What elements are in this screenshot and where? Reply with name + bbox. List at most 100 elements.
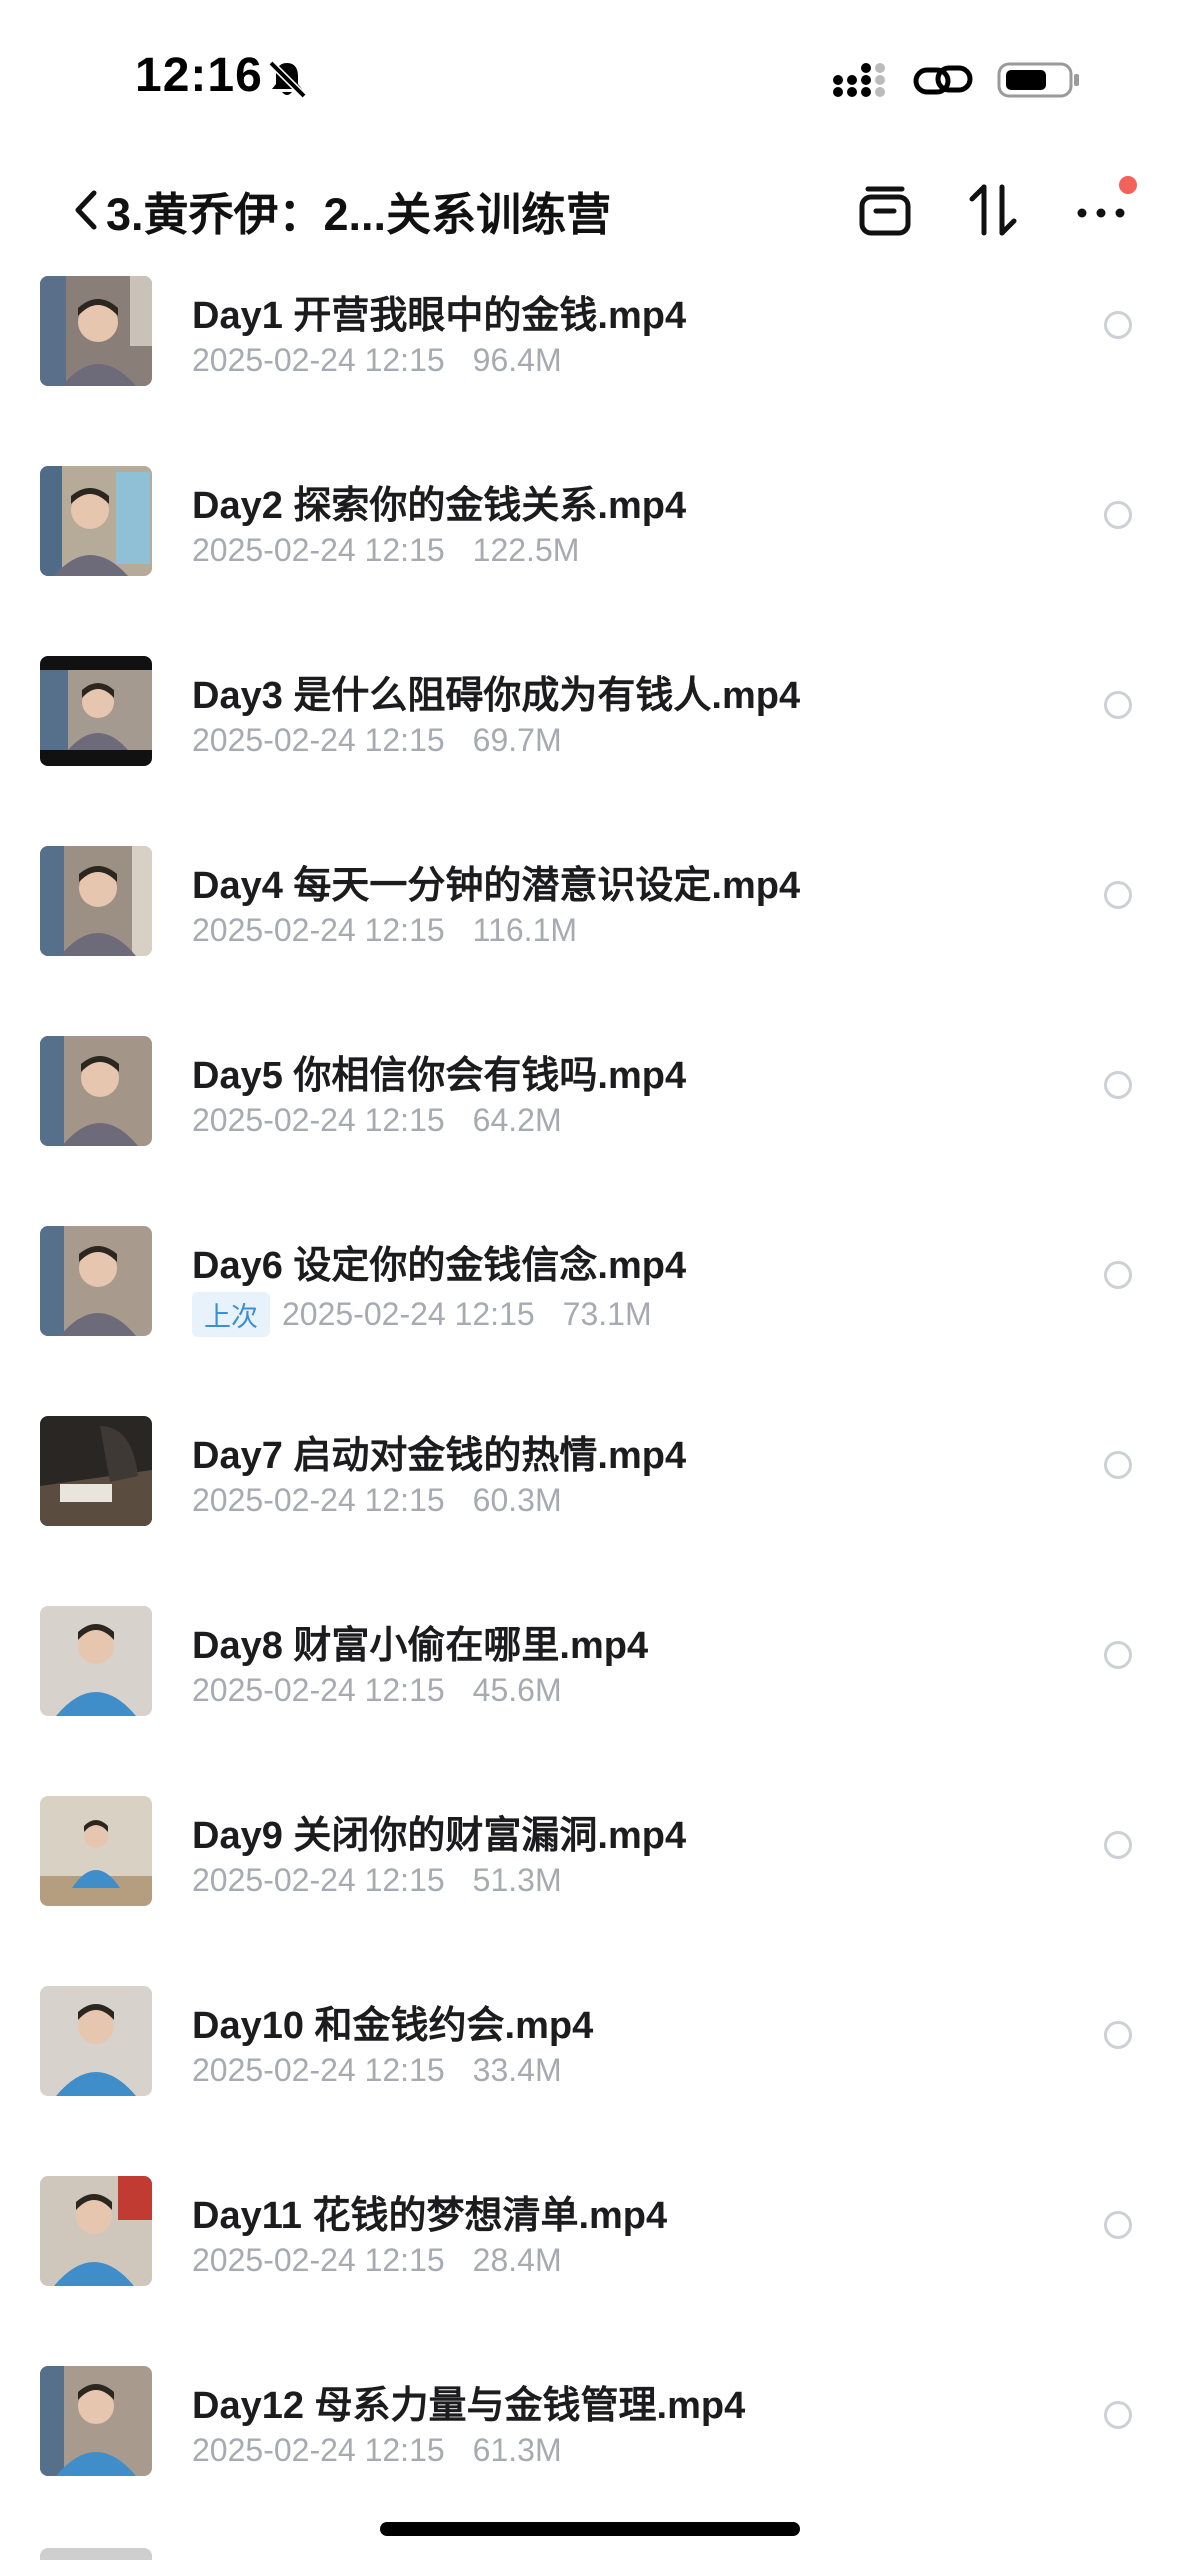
video-thumbnail bbox=[40, 1036, 152, 1146]
file-list: Day1 开营我眼中的金钱.mp4 2025-02-24 12:15 96.4M… bbox=[0, 268, 1181, 2548]
file-date: 2025-02-24 12:15 bbox=[192, 722, 445, 758]
file-row[interactable]: Day4 每天一分钟的潜意识设定.mp4 2025-02-24 12:15 11… bbox=[0, 838, 1181, 1028]
select-radio[interactable] bbox=[1104, 2021, 1132, 2049]
file-name: Day11 花钱的梦想清单.mp4 bbox=[192, 2195, 668, 2237]
video-thumbnail bbox=[40, 466, 152, 576]
file-date: 2025-02-24 12:15 bbox=[192, 2052, 445, 2088]
file-meta: 2025-02-24 12:15 33.4M bbox=[192, 2052, 562, 2089]
video-thumbnail bbox=[40, 1606, 152, 1716]
file-row[interactable]: Day11 花钱的梦想清单.mp4 2025-02-24 12:15 28.4M bbox=[0, 2168, 1181, 2358]
file-meta: 上次 2025-02-24 12:15 73.1M bbox=[192, 1292, 652, 1337]
file-size: 122.5M bbox=[472, 532, 580, 568]
last-played-badge: 上次 bbox=[192, 1292, 270, 1337]
select-radio[interactable] bbox=[1104, 1071, 1132, 1099]
file-row[interactable]: Day8 财富小偷在哪里.mp4 2025-02-24 12:15 45.6M bbox=[0, 1598, 1181, 1788]
file-meta: 2025-02-24 12:15 60.3M bbox=[192, 1482, 562, 1519]
file-date: 2025-02-24 12:15 bbox=[192, 1672, 445, 1708]
file-row[interactable]: Day12 母系力量与金钱管理.mp4 2025-02-24 12:15 61.… bbox=[0, 2358, 1181, 2548]
file-meta: 2025-02-24 12:15 28.4M bbox=[192, 2242, 562, 2279]
file-size: 51.3M bbox=[472, 1862, 562, 1898]
file-meta: 2025-02-24 12:15 69.7M bbox=[192, 722, 562, 759]
file-meta: 2025-02-24 12:15 64.2M bbox=[192, 1102, 562, 1139]
nav-header: 3.黄乔伊：2...关系训练营 bbox=[0, 150, 1181, 270]
file-name: Day8 财富小偷在哪里.mp4 bbox=[192, 1625, 649, 1667]
file-name: Day7 启动对金钱的热情.mp4 bbox=[192, 1435, 687, 1477]
back-button[interactable]: 3.黄乔伊：2...关系训练营 bbox=[70, 178, 611, 242]
file-row[interactable]: Day1 开营我眼中的金钱.mp4 2025-02-24 12:15 96.4M bbox=[0, 268, 1181, 458]
video-thumbnail bbox=[40, 1796, 152, 1906]
video-thumbnail bbox=[40, 1226, 152, 1336]
sort-button[interactable] bbox=[953, 172, 1033, 248]
status-time: 12:16 bbox=[135, 49, 263, 102]
file-row[interactable]: Day10 和金钱约会.mp4 2025-02-24 12:15 33.4M bbox=[0, 1978, 1181, 2168]
more-button[interactable] bbox=[1061, 172, 1141, 248]
file-size: 96.4M bbox=[472, 342, 562, 378]
file-name: Day1 开营我眼中的金钱.mp4 bbox=[192, 295, 687, 337]
page-title: 3.黄乔伊：2...关系训练营 bbox=[106, 188, 612, 240]
link-icon bbox=[913, 65, 973, 95]
file-size: 116.1M bbox=[472, 912, 578, 948]
video-thumbnail bbox=[40, 1986, 152, 2096]
file-name: Day9 关闭你的财富漏洞.mp4 bbox=[192, 1815, 687, 1857]
file-row[interactable]: Day5 你相信你会有钱吗.mp4 2025-02-24 12:15 64.2M bbox=[0, 1028, 1181, 1218]
file-date: 2025-02-24 12:15 bbox=[282, 1296, 535, 1332]
file-size: 73.1M bbox=[562, 1296, 652, 1332]
video-thumbnail bbox=[40, 276, 152, 386]
home-indicator[interactable] bbox=[380, 2522, 800, 2536]
select-radio[interactable] bbox=[1104, 1261, 1132, 1289]
select-radio[interactable] bbox=[1104, 311, 1132, 339]
file-name: Day10 和金钱约会.mp4 bbox=[192, 2005, 594, 2047]
next-item-thumbnail bbox=[40, 2548, 152, 2560]
file-row[interactable]: Day9 关闭你的财富漏洞.mp4 2025-02-24 12:15 51.3M bbox=[0, 1788, 1181, 1978]
archive-icon bbox=[859, 186, 911, 236]
file-date: 2025-02-24 12:15 bbox=[192, 2242, 445, 2278]
status-bar: 12:16 bbox=[0, 0, 1181, 150]
file-size: 28.4M bbox=[472, 2242, 562, 2278]
file-size: 45.6M bbox=[472, 1672, 562, 1708]
notification-dot bbox=[1119, 176, 1137, 194]
file-date: 2025-02-24 12:15 bbox=[192, 1862, 445, 1898]
select-radio[interactable] bbox=[1104, 691, 1132, 719]
video-thumbnail bbox=[40, 2176, 152, 2286]
file-meta: 2025-02-24 12:15 45.6M bbox=[192, 1672, 562, 1709]
video-thumbnail bbox=[40, 846, 152, 956]
file-meta: 2025-02-24 12:15 96.4M bbox=[192, 342, 562, 379]
bell-muted-icon bbox=[268, 60, 307, 99]
file-size: 64.2M bbox=[472, 1102, 562, 1138]
select-radio[interactable] bbox=[1104, 1831, 1132, 1859]
file-meta: 2025-02-24 12:15 116.1M bbox=[192, 912, 577, 949]
file-size: 60.3M bbox=[472, 1482, 562, 1518]
archive-button[interactable] bbox=[845, 172, 925, 248]
file-row[interactable]: Day2 探索你的金钱关系.mp4 2025-02-24 12:15 122.5… bbox=[0, 458, 1181, 648]
sort-icon bbox=[969, 184, 1017, 236]
select-radio[interactable] bbox=[1104, 881, 1132, 909]
select-radio[interactable] bbox=[1104, 501, 1132, 529]
video-thumbnail bbox=[40, 1416, 152, 1526]
file-row[interactable]: Day3 是什么阻碍你成为有钱人.mp4 2025-02-24 12:15 69… bbox=[0, 648, 1181, 838]
chevron-left-icon bbox=[75, 190, 97, 230]
video-thumbnail bbox=[40, 656, 152, 766]
file-row[interactable]: Day7 启动对金钱的热情.mp4 2025-02-24 12:15 60.3M bbox=[0, 1408, 1181, 1598]
select-radio[interactable] bbox=[1104, 2211, 1132, 2239]
file-size: 33.4M bbox=[472, 2052, 562, 2088]
file-date: 2025-02-24 12:15 bbox=[192, 1102, 445, 1138]
select-radio[interactable] bbox=[1104, 1451, 1132, 1479]
file-name: Day5 你相信你会有钱吗.mp4 bbox=[192, 1055, 687, 1097]
file-row[interactable]: Day6 设定你的金钱信念.mp4 上次 2025-02-24 12:15 73… bbox=[0, 1218, 1181, 1408]
file-size: 61.3M bbox=[472, 2432, 562, 2468]
file-name: Day2 探索你的金钱关系.mp4 bbox=[192, 485, 687, 527]
file-meta: 2025-02-24 12:15 122.5M bbox=[192, 532, 579, 569]
video-thumbnail bbox=[40, 2366, 152, 2476]
file-name: Day12 母系力量与金钱管理.mp4 bbox=[192, 2385, 746, 2427]
file-name: Day6 设定你的金钱信念.mp4 bbox=[192, 1245, 687, 1287]
signal-icon bbox=[833, 63, 885, 97]
file-name: Day3 是什么阻碍你成为有钱人.mp4 bbox=[192, 675, 801, 717]
file-date: 2025-02-24 12:15 bbox=[192, 532, 445, 568]
file-name: Day4 每天一分钟的潜意识设定.mp4 bbox=[192, 865, 801, 907]
file-date: 2025-02-24 12:15 bbox=[192, 2432, 445, 2468]
select-radio[interactable] bbox=[1104, 1641, 1132, 1669]
file-date: 2025-02-24 12:15 bbox=[192, 912, 445, 948]
select-radio[interactable] bbox=[1104, 2401, 1132, 2429]
file-meta: 2025-02-24 12:15 61.3M bbox=[192, 2432, 562, 2469]
file-date: 2025-02-24 12:15 bbox=[192, 342, 445, 378]
